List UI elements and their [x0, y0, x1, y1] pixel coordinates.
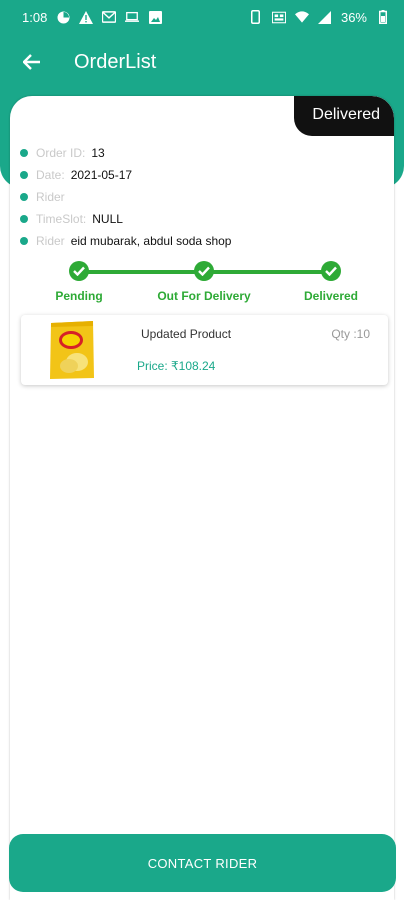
signal-icon — [318, 10, 332, 24]
contact-rider-button[interactable]: CONTACT RIDER — [9, 834, 396, 892]
detail-label: Order ID: — [36, 146, 86, 160]
warning-icon — [79, 10, 94, 24]
bullet-dot — [20, 215, 28, 223]
check-icon — [321, 261, 341, 281]
data-saver-icon — [56, 10, 70, 24]
product-card[interactable]: Updated Product Qty :10 Price: ₹108.24 — [21, 315, 388, 385]
step-label-delivered: Delivered — [303, 289, 359, 303]
bullet-dot — [20, 237, 28, 245]
wifi-icon — [294, 10, 309, 24]
detail-label: TimeSlot: — [36, 212, 87, 226]
back-button[interactable] — [12, 42, 52, 82]
detail-date: Date: 2021-05-17 — [20, 164, 231, 186]
detail-value: NULL — [92, 212, 123, 226]
bullet-dot — [20, 149, 28, 157]
detail-order-id: Order ID: 13 — [20, 142, 231, 164]
status-time: 1:08 — [22, 9, 48, 25]
detail-value: eid mubarak, abdul soda shop — [70, 234, 232, 248]
step-label-pending: Pending — [55, 289, 103, 303]
battery-icon — [376, 10, 390, 24]
page-title: OrderList — [74, 50, 157, 73]
app-bar: OrderList — [0, 40, 404, 84]
arrow-left-icon — [23, 54, 40, 70]
product-image — [50, 321, 94, 379]
check-icon — [69, 261, 89, 281]
bullet-dot — [20, 171, 28, 179]
step-label-out-for-delivery: Out For Delivery — [157, 289, 251, 303]
laptop-icon — [125, 10, 140, 24]
detail-value: 2021-05-17 — [70, 168, 133, 182]
detail-rider: Rider — [20, 186, 231, 208]
image-icon — [148, 10, 162, 24]
detail-timeslot: TimeSlot: NULL — [20, 208, 231, 230]
detail-label: Date: — [36, 168, 65, 182]
status-badge: Delivered — [294, 96, 394, 136]
product-quantity: Qty :10 — [331, 327, 370, 341]
gmail-icon — [102, 10, 117, 24]
battery-percent: 36% — [340, 9, 367, 25]
status-bar: 1:08 36% — [0, 0, 404, 34]
bullet-dot — [20, 193, 28, 201]
detail-rider-shop: Rider eid mubarak, abdul soda shop — [20, 230, 231, 252]
product-name: Updated Product — [141, 327, 232, 341]
vibrate-icon — [271, 10, 286, 24]
check-icon — [194, 261, 214, 281]
order-card: Delivered Order ID: 13 Date: 2021-05-17 … — [10, 96, 394, 900]
detail-label: Rider — [36, 234, 65, 248]
order-tracker: Pending Out For Delivery Delivered — [10, 259, 394, 303]
phone-icon — [249, 10, 263, 24]
product-price: Price: ₹108.24 — [137, 359, 216, 373]
detail-value: 13 — [91, 146, 105, 160]
detail-label: Rider — [36, 190, 65, 204]
order-details: Order ID: 13 Date: 2021-05-17 Rider Time… — [20, 142, 231, 252]
